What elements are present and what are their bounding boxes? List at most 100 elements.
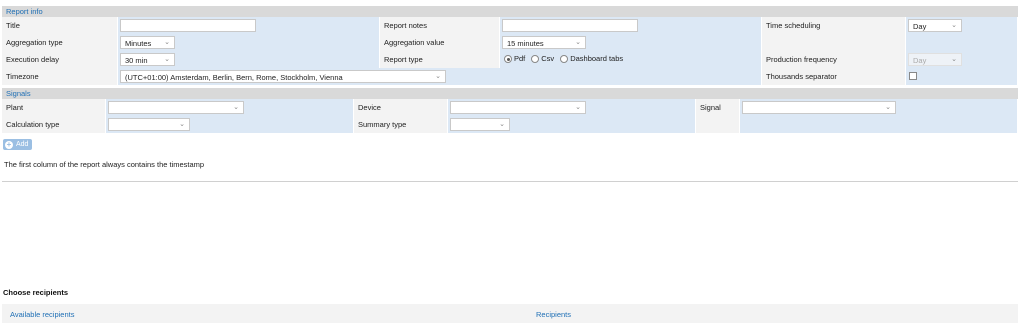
- device-select[interactable]: ⌄: [450, 101, 586, 114]
- plant-select[interactable]: ⌄: [108, 101, 244, 114]
- aggregation-type-label-cell: Aggregation type: [2, 34, 118, 51]
- add-button[interactable]: + Add: [3, 139, 32, 150]
- report-info-header: Report info: [2, 6, 1018, 17]
- radio-unselected-icon: [531, 54, 540, 63]
- device-label-cell: Device: [354, 99, 448, 116]
- plus-icon: +: [5, 139, 13, 149]
- thousands-separator-value-cell: [906, 68, 1018, 85]
- thousands-separator-label: Thousands separator: [766, 72, 837, 81]
- report-type-dashboard-radio[interactable]: Dashboard tabs: [560, 54, 623, 63]
- chevron-down-icon: ⌄: [164, 56, 170, 63]
- empty-value-cell: [906, 34, 1018, 51]
- report-notes-value-cell: [500, 17, 762, 34]
- timezone-value-cell: (UTC+01:00) Amsterdam, Berlin, Bern, Rom…: [118, 68, 762, 85]
- time-scheduling-label: Time scheduling: [766, 21, 821, 30]
- execution-delay-label: Execution delay: [6, 55, 59, 64]
- signals-header: Signals: [2, 88, 1018, 99]
- title-input[interactable]: [120, 19, 256, 32]
- plant-label-cell: Plant: [2, 99, 106, 116]
- thousands-separator-label-cell: Thousands separator: [762, 68, 906, 85]
- chevron-down-icon: ⌄: [575, 104, 581, 111]
- radio-selected-icon: [504, 54, 512, 63]
- empty-label-cell: [696, 116, 740, 133]
- report-type-csv-label: Csv: [541, 54, 555, 63]
- aggregation-value-label-cell: Aggregation value: [380, 34, 500, 51]
- chevron-down-icon: ⌄: [233, 104, 239, 111]
- calculation-type-value-cell: ⌄: [106, 116, 354, 133]
- summary-type-label-cell: Summary type: [354, 116, 448, 133]
- signal-label-cell: Signal: [696, 99, 740, 116]
- chevron-down-icon: ⌄: [951, 56, 957, 63]
- time-scheduling-select[interactable]: Day ⌄: [908, 19, 962, 32]
- production-frequency-selected: Day: [913, 56, 927, 65]
- report-notes-label: Report notes: [384, 21, 427, 30]
- summary-type-select[interactable]: ⌄: [450, 118, 510, 131]
- signals-table-divider: [2, 181, 1018, 182]
- summary-type-label: Summary type: [358, 120, 407, 129]
- radio-unselected-icon: [560, 54, 569, 63]
- calculation-type-label: Calculation type: [6, 120, 60, 129]
- execution-delay-selected: 30 min: [125, 56, 148, 65]
- report-type-label: Report type: [384, 55, 423, 64]
- aggregation-type-select[interactable]: Minutes ⌄: [120, 36, 175, 49]
- choose-recipients-title: Choose recipients: [3, 288, 69, 297]
- calculation-type-select[interactable]: ⌄: [108, 118, 190, 131]
- signals-row-2: Calculation type ⌄ Summary type ⌄: [2, 116, 1018, 133]
- aggregation-type-selected: Minutes: [125, 39, 152, 48]
- device-value-cell: ⌄: [448, 99, 696, 116]
- chevron-down-icon: ⌄: [951, 22, 957, 29]
- report-info-row-3: Execution delay 30 min ⌄ Report type Pdf…: [2, 51, 1018, 68]
- signals-title: Signals: [6, 89, 31, 98]
- timezone-select[interactable]: (UTC+01:00) Amsterdam, Berlin, Bern, Rom…: [120, 70, 446, 83]
- report-type-csv-radio[interactable]: Csv: [531, 54, 554, 63]
- timezone-label-cell: Timezone: [2, 68, 118, 85]
- timestamp-note: The first column of the report always co…: [4, 160, 205, 169]
- summary-type-value-cell: ⌄: [448, 116, 696, 133]
- aggregation-type-value-cell: Minutes ⌄: [118, 34, 380, 51]
- recipients-header-bar: Available recipients Recipients: [2, 304, 1018, 323]
- chevron-down-icon: ⌄: [179, 121, 185, 128]
- chevron-down-icon: ⌄: [885, 104, 891, 111]
- production-frequency-value-cell: Day ⌄: [906, 51, 1018, 68]
- report-type-label-cell: Report type: [380, 51, 500, 68]
- add-button-label: Add: [16, 141, 29, 148]
- timezone-selected: (UTC+01:00) Amsterdam, Berlin, Bern, Rom…: [125, 73, 343, 82]
- calculation-type-label-cell: Calculation type: [2, 116, 106, 133]
- report-type-radio-group: Pdf Csv Dashboard tabs: [504, 54, 623, 63]
- plant-value-cell: ⌄: [106, 99, 354, 116]
- report-type-dashboard-label: Dashboard tabs: [570, 54, 624, 63]
- chevron-down-icon: ⌄: [164, 39, 170, 46]
- aggregation-value-select[interactable]: 15 minutes ⌄: [502, 36, 586, 49]
- report-type-pdf-label: Pdf: [514, 54, 526, 63]
- empty-value-cell: [740, 116, 1018, 133]
- report-notes-label-cell: Report notes: [380, 17, 500, 34]
- chevron-down-icon: ⌄: [499, 121, 505, 128]
- time-scheduling-value-cell: Day ⌄: [906, 17, 1018, 34]
- execution-delay-value-cell: 30 min ⌄: [118, 51, 380, 68]
- time-scheduling-label-cell: Time scheduling: [762, 17, 906, 34]
- time-scheduling-selected: Day: [913, 22, 927, 31]
- thousands-separator-checkbox[interactable]: [909, 72, 917, 80]
- chevron-down-icon: ⌄: [435, 73, 441, 80]
- report-notes-input[interactable]: [502, 19, 638, 32]
- signal-select[interactable]: ⌄: [742, 101, 896, 114]
- aggregation-value-value-cell: 15 minutes ⌄: [500, 34, 762, 51]
- timezone-label: Timezone: [6, 72, 39, 81]
- production-frequency-label-cell: Production frequency: [762, 51, 906, 68]
- plant-label: Plant: [6, 103, 24, 112]
- signals-row-1: Plant ⌄ Device ⌄ Signal ⌄: [2, 99, 1018, 116]
- execution-delay-select[interactable]: 30 min ⌄: [120, 53, 175, 66]
- report-type-pdf-radio[interactable]: Pdf: [504, 54, 525, 63]
- production-frequency-label: Production frequency: [766, 55, 837, 64]
- report-type-value-cell: Pdf Csv Dashboard tabs: [500, 51, 762, 68]
- aggregation-value-label: Aggregation value: [384, 38, 445, 47]
- recipients-label: Recipients: [536, 310, 572, 319]
- report-info-row-4: Timezone (UTC+01:00) Amsterdam, Berlin, …: [2, 68, 1018, 85]
- production-frequency-select[interactable]: Day ⌄: [908, 53, 962, 66]
- title-label-cell: Title: [2, 17, 118, 34]
- report-info-row-2: Aggregation type Minutes ⌄ Aggregation v…: [2, 34, 1018, 51]
- execution-delay-label-cell: Execution delay: [2, 51, 118, 68]
- device-label: Device: [358, 103, 381, 112]
- signal-value-cell: ⌄: [740, 99, 1018, 116]
- title-label: Title: [6, 21, 20, 30]
